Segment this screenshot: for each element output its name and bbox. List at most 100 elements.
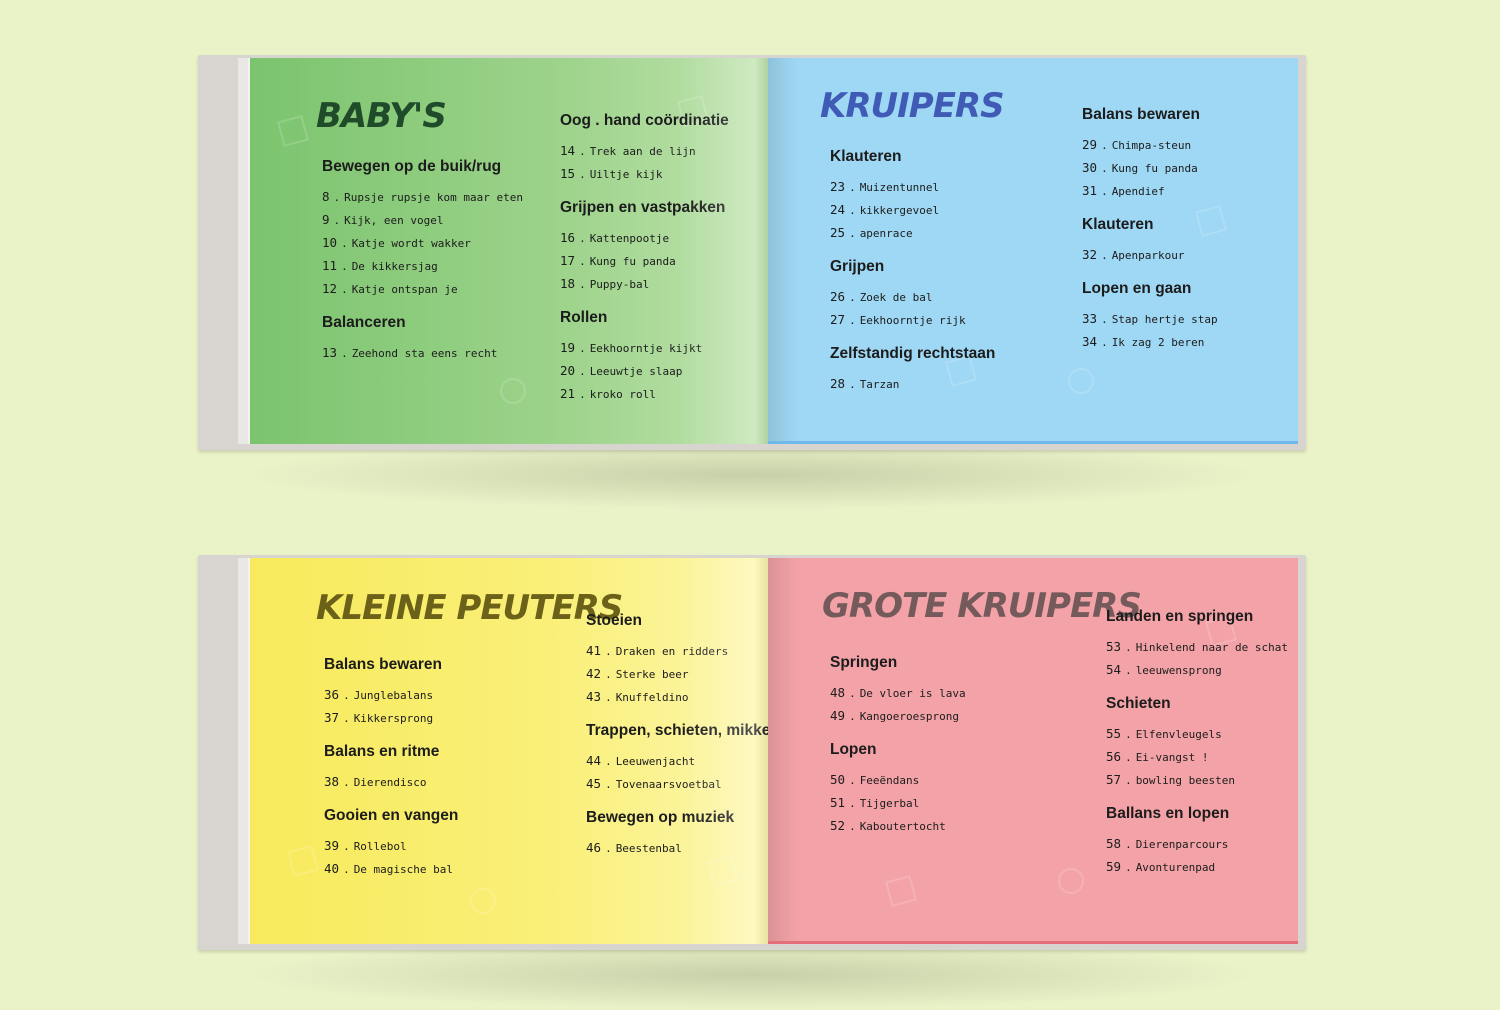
item-number: 40 bbox=[324, 861, 340, 876]
page-kruipers: KRUIPERS Klauteren 23. Muizentunnel 24. ki… bbox=[768, 58, 1298, 444]
item-number: 56 bbox=[1106, 749, 1122, 764]
category-heading: Klauteren bbox=[1082, 216, 1154, 233]
activity-item: 57. bowling beesten bbox=[1106, 768, 1288, 791]
activity-item: 8. Rupsje rupsje kom maar eten bbox=[322, 185, 523, 208]
activity-item: 53. Hinkelend naar de schat bbox=[1106, 635, 1288, 658]
activity-item: 44. Leeuwenjacht bbox=[586, 749, 768, 772]
circle-shape bbox=[1058, 868, 1084, 894]
item-label: Sterke beer bbox=[615, 668, 689, 681]
item-number: 27 bbox=[830, 312, 846, 327]
activity-item: 45. Tovenaarsvoetbal bbox=[586, 772, 768, 795]
activity-item: 33. Stap hertje stap bbox=[1082, 307, 1218, 330]
item-label: Katje ontspan je bbox=[351, 283, 458, 296]
item-label: Muizentunnel bbox=[859, 181, 940, 194]
section: Klauteren 23. Muizentunnel 24. kikkergevoe… bbox=[830, 148, 995, 244]
activity-item: 51. Tijgerbal bbox=[830, 791, 966, 814]
section: Landen en springen 53. Hinkelend naar de … bbox=[1106, 608, 1288, 681]
square-shape bbox=[677, 95, 709, 127]
activity-item: 43. Knuffeldino bbox=[586, 685, 768, 708]
activity-item: 41. Draken en ridders bbox=[586, 639, 768, 662]
page-title: KLEINE PEUTERS bbox=[316, 588, 623, 628]
item-label: Leeuwtje slaap bbox=[589, 365, 683, 378]
page-title: KRUIPERS bbox=[820, 86, 1005, 126]
item-number: 46 bbox=[586, 840, 602, 855]
activity-item: 21. kroko roll bbox=[560, 382, 729, 405]
section: Balans bewaren 36. Junglebalans 37. Kikker… bbox=[324, 656, 458, 729]
item-number: 8 bbox=[322, 189, 330, 204]
section: Trappen, schieten, mikken 44. Leeuwenjach… bbox=[586, 722, 768, 795]
activity-item: 18. Puppy-bal bbox=[560, 272, 729, 295]
item-label: kroko roll bbox=[589, 388, 656, 401]
category-heading: Lopen en gaan bbox=[1082, 280, 1192, 297]
section: Gooien en vangen 39. Rollebol 40. De magis… bbox=[324, 807, 458, 880]
item-label: De vloer is lava bbox=[859, 687, 966, 700]
item-number: 25 bbox=[830, 225, 846, 240]
item-number: 15 bbox=[560, 166, 576, 181]
item-number: 51 bbox=[830, 795, 846, 810]
item-label: Apenparkour bbox=[1111, 249, 1185, 262]
item-label: Kaboutertocht bbox=[859, 820, 946, 833]
activity-item: 31. Apendief bbox=[1082, 179, 1218, 202]
item-label: Ei-vangst ! bbox=[1135, 751, 1209, 764]
activity-item: 25. apenrace bbox=[830, 221, 995, 244]
item-number: 13 bbox=[322, 345, 338, 360]
category-heading: Bewegen op de buik/rug bbox=[322, 158, 502, 175]
category-heading: Bewegen op muziek bbox=[586, 809, 735, 826]
item-label: Feeëndans bbox=[859, 774, 920, 787]
column-1: Balans bewaren 36. Junglebalans 37. Kikker… bbox=[324, 656, 458, 894]
item-label: Uiltje kijk bbox=[589, 168, 663, 181]
category-heading: Lopen bbox=[830, 741, 877, 758]
item-label: Knuffeldino bbox=[615, 691, 689, 704]
activity-item: 39. Rollebol bbox=[324, 834, 458, 857]
item-number: 44 bbox=[586, 753, 602, 768]
item-label: Kikkersprong bbox=[353, 712, 434, 725]
item-label: Ik zag 2 beren bbox=[1111, 336, 1205, 349]
item-number: 55 bbox=[1106, 726, 1122, 741]
activity-item: 48. De vloer is lava bbox=[830, 681, 966, 704]
item-label: Rupsje rupsje kom maar eten bbox=[344, 191, 523, 204]
category-heading: Landen en springen bbox=[1106, 608, 1254, 625]
item-number: 38 bbox=[324, 774, 340, 789]
activity-item: 29. Chimpa-steun bbox=[1082, 133, 1218, 156]
item-label: Elfenvleugels bbox=[1135, 728, 1222, 741]
category-heading: Trappen, schieten, mikken bbox=[586, 722, 768, 739]
section: Springen 48. De vloer is lava 49. Kangoero… bbox=[830, 654, 966, 727]
item-number: 12 bbox=[322, 281, 338, 296]
item-label: Kung fu panda bbox=[1111, 162, 1198, 175]
item-number: 52 bbox=[830, 818, 846, 833]
item-label: Rollebol bbox=[353, 840, 407, 853]
square-shape bbox=[287, 845, 319, 877]
category-heading: Rollen bbox=[560, 309, 608, 326]
square-shape bbox=[277, 115, 309, 147]
activity-item: 40. De magische bal bbox=[324, 857, 458, 880]
activity-item: 30. Kung fu panda bbox=[1082, 156, 1218, 179]
item-label: Kijk, een vogel bbox=[344, 214, 444, 227]
activity-item: 50. Feeëndans bbox=[830, 768, 966, 791]
item-number: 37 bbox=[324, 710, 340, 725]
item-number: 29 bbox=[1082, 137, 1098, 152]
item-label: Leeuwenjacht bbox=[615, 755, 696, 768]
item-number: 26 bbox=[830, 289, 846, 304]
item-number: 21 bbox=[560, 386, 576, 401]
activity-item: 52. Kaboutertocht bbox=[830, 814, 966, 837]
item-number: 10 bbox=[322, 235, 338, 250]
item-number: 39 bbox=[324, 838, 340, 853]
activity-item: 27. Eekhoorntje rijk bbox=[830, 308, 995, 331]
square-shape bbox=[707, 855, 739, 887]
item-label: Tovenaarsvoetbal bbox=[615, 778, 722, 791]
item-label: Kangoeroesprong bbox=[859, 710, 960, 723]
section: Zelfstandig rechtstaan 28. Tarzan bbox=[830, 345, 995, 395]
item-number: 57 bbox=[1106, 772, 1122, 787]
activity-item: 38. Dierendisco bbox=[324, 770, 458, 793]
category-heading: Ballans en lopen bbox=[1106, 805, 1230, 822]
item-number: 19 bbox=[560, 340, 576, 355]
activity-item: 23. Muizentunnel bbox=[830, 175, 995, 198]
item-label: Chimpa-steun bbox=[1111, 139, 1192, 152]
category-heading: Balanceren bbox=[322, 314, 406, 331]
item-number: 45 bbox=[586, 776, 602, 791]
item-number: 53 bbox=[1106, 639, 1122, 654]
section: Balanceren 13. Zeehond sta eens recht bbox=[322, 314, 523, 364]
activity-item: 15. Uiltje kijk bbox=[560, 162, 729, 185]
page-grote-kruipers: GROTE KRUIPERS Springen 48. De vloer is l… bbox=[768, 558, 1298, 944]
item-label: Draken en ridders bbox=[615, 645, 729, 658]
